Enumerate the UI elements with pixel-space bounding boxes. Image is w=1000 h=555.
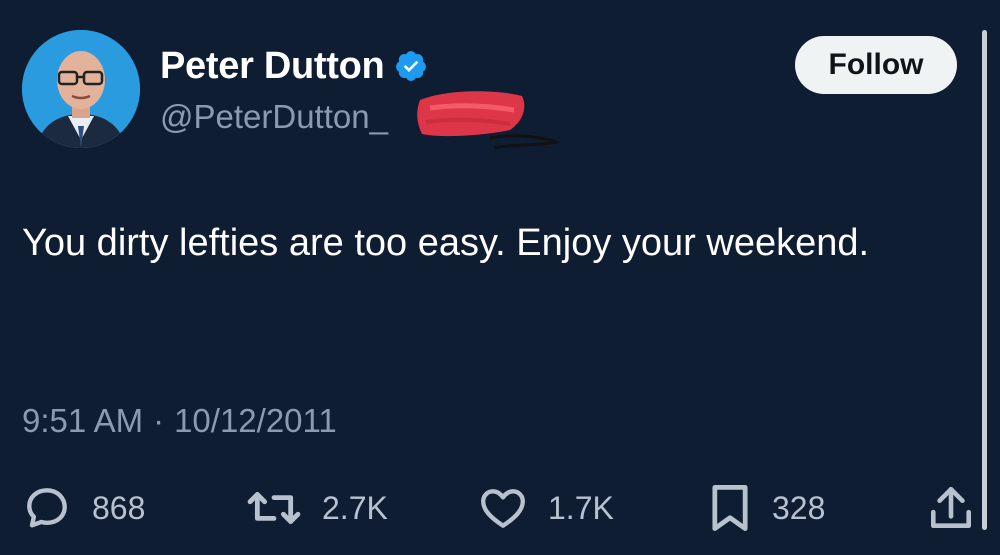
bookmark-icon [712,485,748,531]
retweet-count: 2.7K [322,489,388,526]
heart-icon [481,489,525,528]
timestamp-separator: · [153,402,165,439]
display-name-row: Peter Dutton [160,42,428,90]
redaction-scribble [417,91,562,150]
like-count: 1.7K [548,489,614,526]
action-bar: 868 2.7K 1.7K 328 [0,480,1000,536]
bookmark-count: 328 [772,489,826,526]
tweet-timestamp[interactable]: 9:51 AM · 10/12/2011 [22,396,337,446]
profile-photo-icon [22,30,140,148]
tweet-date: 10/12/2011 [174,402,337,439]
retweet-arrows-icon [247,492,301,524]
share-upload-icon [931,486,971,528]
speech-bubble-icon [27,488,67,528]
reply-count: 868 [92,489,146,526]
share-button[interactable] [928,480,974,536]
like-button[interactable]: 1.7K [478,480,614,536]
reply-button[interactable]: 868 [22,480,145,536]
retweet-button[interactable]: 2.7K [246,480,388,536]
tweet-time: 9:51 AM [22,402,144,439]
bookmark-button[interactable]: 328 [708,480,825,536]
scrollbar[interactable] [982,30,987,530]
avatar[interactable] [22,30,140,148]
tweet-card: Peter Dutton @PeterDutton_ Follow You di… [0,0,1000,555]
follow-button[interactable]: Follow [795,36,957,94]
display-name[interactable]: Peter Dutton [160,45,385,88]
handle-row: @PeterDutton_ [160,94,388,140]
user-handle[interactable]: @PeterDutton_ [160,98,388,136]
tweet-text: You dirty lefties are too easy. Enjoy yo… [22,222,870,264]
